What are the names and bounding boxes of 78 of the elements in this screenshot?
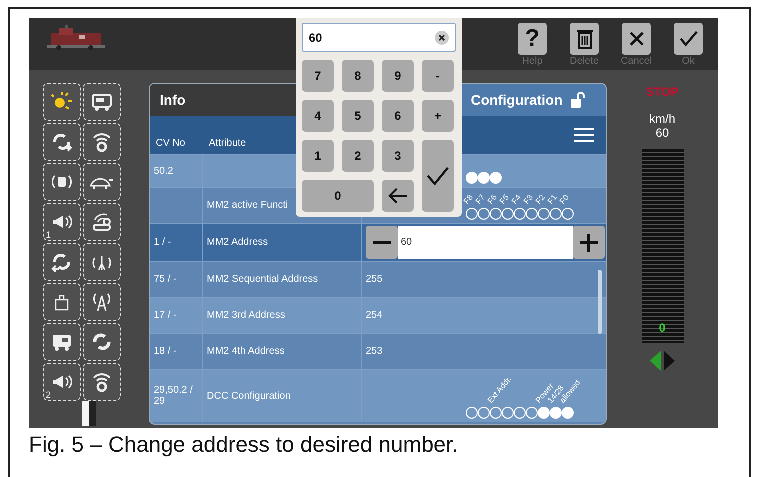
minus-button[interactable] bbox=[366, 226, 398, 259]
function-number: 2 bbox=[46, 390, 52, 400]
function-button[interactable] bbox=[83, 123, 121, 161]
table-cell: 50.2 bbox=[154, 166, 174, 176]
bit-label: F5 bbox=[498, 194, 511, 206]
function-button[interactable] bbox=[83, 83, 121, 121]
table-cell: 254 bbox=[366, 310, 383, 321]
key-button[interactable]: - bbox=[422, 60, 454, 92]
unlocked-icon bbox=[570, 92, 585, 108]
input-field[interactable]: 60 bbox=[398, 226, 573, 259]
key-button[interactable]: 8 bbox=[342, 60, 374, 92]
scrollbar[interactable] bbox=[598, 270, 602, 334]
scroll-indicator bbox=[82, 401, 96, 426]
function-button[interactable] bbox=[43, 83, 81, 121]
function-button[interactable] bbox=[43, 243, 81, 281]
minus-icon bbox=[373, 241, 391, 244]
bit-label: F4 bbox=[510, 194, 523, 206]
speed-reading: 0 bbox=[658, 321, 667, 335]
table-cell: DCC Configuration bbox=[207, 390, 291, 402]
input-field[interactable]: 60 bbox=[302, 23, 456, 52]
table-cell: 1 / - bbox=[154, 237, 172, 248]
key-button[interactable]: 9 bbox=[382, 60, 414, 92]
back-arrow-icon bbox=[388, 187, 408, 205]
function-button[interactable] bbox=[83, 203, 121, 241]
function-button[interactable]: 2 bbox=[43, 363, 81, 401]
table-cell: MM2 3rd Address bbox=[207, 310, 286, 321]
table-cell-text: 29,50.2 / 29 bbox=[154, 385, 194, 407]
tab[interactable]: Configuration bbox=[461, 84, 606, 116]
key-button[interactable]: 7 bbox=[302, 60, 334, 92]
table-cell: MM2 Address bbox=[207, 237, 268, 248]
enter-button[interactable] bbox=[422, 140, 454, 212]
check-icon bbox=[426, 166, 450, 186]
left-arrow-icon[interactable] bbox=[650, 351, 661, 371]
backspace-button[interactable] bbox=[382, 180, 414, 212]
key-button[interactable]: + bbox=[422, 100, 454, 132]
table-cell: MM2 Sequential Address bbox=[207, 274, 318, 285]
key-button[interactable]: 1 bbox=[302, 140, 334, 172]
key-button[interactable]: 0 bbox=[302, 180, 374, 212]
table-cell: 18 / - bbox=[154, 346, 177, 357]
function-number: 1 bbox=[46, 230, 52, 240]
function-button[interactable] bbox=[43, 323, 81, 361]
table-cell: MM2 active Functi bbox=[207, 200, 288, 211]
bit-label: F2 bbox=[534, 194, 547, 206]
key-button[interactable]: 5 bbox=[342, 100, 374, 132]
function-button[interactable]: 1 bbox=[43, 203, 81, 241]
key-button[interactable]: 3 bbox=[382, 140, 414, 172]
speed-value: 60 bbox=[656, 126, 670, 140]
key-button[interactable]: 6 bbox=[382, 100, 414, 132]
key-button[interactable]: 4 bbox=[302, 100, 334, 132]
plus-icon bbox=[580, 234, 598, 252]
table-cell: 17 / - bbox=[154, 310, 177, 321]
function-button[interactable] bbox=[83, 283, 121, 321]
bit-label: F1 bbox=[546, 194, 559, 206]
function-button[interactable] bbox=[83, 323, 121, 361]
table-cell: 255 bbox=[366, 274, 383, 285]
bit-label: F6 bbox=[486, 194, 499, 206]
function-button[interactable] bbox=[43, 123, 81, 161]
table-cell: 75 / - bbox=[154, 274, 177, 285]
plus-button[interactable] bbox=[573, 226, 605, 259]
table-cell: 253 bbox=[366, 346, 383, 357]
column-header: CV No bbox=[155, 137, 186, 151]
bit-label: F7 bbox=[474, 194, 487, 206]
clear-icon[interactable] bbox=[435, 30, 449, 44]
speed-unit: km/h bbox=[649, 112, 676, 126]
figure-caption: Fig. 5 – Change address to desired number. bbox=[29, 432, 458, 457]
menu-icon[interactable] bbox=[574, 127, 594, 143]
function-button[interactable] bbox=[43, 283, 81, 321]
function-button[interactable] bbox=[43, 163, 81, 201]
bit-label: F0 bbox=[558, 194, 571, 206]
function-button[interactable] bbox=[83, 163, 121, 201]
table-cell: MM2 4th Address bbox=[207, 346, 285, 357]
function-button[interactable] bbox=[83, 363, 121, 401]
locomotive-logo bbox=[45, 25, 107, 52]
speed-bar[interactable]: 0 bbox=[642, 149, 684, 343]
bit-label: F3 bbox=[522, 194, 535, 206]
bit-label: F8 bbox=[462, 194, 475, 206]
key-button[interactable]: 2 bbox=[342, 140, 374, 172]
function-button[interactable] bbox=[83, 243, 121, 281]
